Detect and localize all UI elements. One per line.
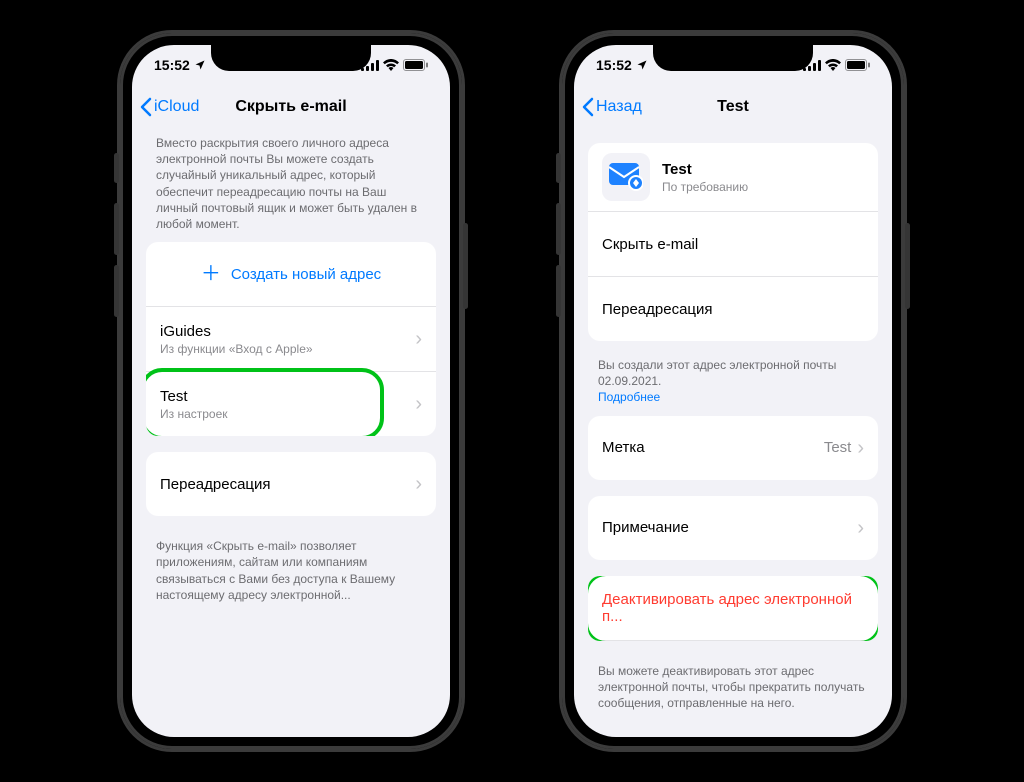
back-button[interactable]: iCloud (140, 97, 199, 117)
content-area[interactable]: Test По требованию Скрыть e-mail Переадр… (574, 129, 892, 737)
forward-label: Переадресация (602, 301, 713, 318)
chevron-right-icon: › (415, 474, 422, 494)
location-icon (194, 59, 206, 71)
card-subtitle: По требованию (662, 180, 748, 194)
hide-email-cell[interactable]: Скрыть e-mail (588, 212, 878, 277)
intro-text: Вместо раскрытия своего личного адреса э… (146, 129, 436, 242)
created-label: Вы создали этот адрес электронной почты … (598, 358, 836, 388)
group-forward: Переадресация › (146, 452, 436, 516)
back-label: Назад (596, 98, 642, 116)
power-button (905, 223, 910, 309)
power-button (463, 223, 468, 309)
forward-label: Переадресация (160, 476, 271, 493)
notch (653, 45, 813, 71)
status-time: 15:52 (154, 57, 206, 73)
note-label: Примечание (602, 519, 689, 536)
header-card: Test По требованию (588, 143, 878, 212)
mute-switch (114, 153, 119, 183)
battery-icon (845, 59, 870, 71)
item-title: iGuides (160, 323, 313, 340)
group-create: ＋ Создать новый адрес iGuides Из функции… (146, 242, 436, 436)
group-label: Метка Test › (588, 416, 878, 480)
hide-label: Скрыть e-mail (602, 236, 698, 253)
content-area[interactable]: Вместо раскрытия своего личного адреса э… (132, 129, 450, 737)
note-cell[interactable]: Примечание › (588, 496, 878, 560)
phone-right: 15:52 Назад Test (562, 33, 904, 749)
chevron-left-icon (582, 97, 594, 117)
footer-text: Функция «Скрыть e-mail» позволяет прилож… (146, 532, 436, 613)
phone-left: 15:52 iCloud Скрыть e-mail Вместо раскры… (120, 33, 462, 749)
deactivate-footer: Вы можете деактивировать этот адрес элек… (588, 657, 878, 722)
mute-switch (556, 153, 561, 183)
volume-down (114, 265, 119, 317)
wifi-icon (383, 59, 399, 71)
chevron-right-icon: › (857, 518, 864, 538)
more-link[interactable]: Подробнее (598, 390, 660, 404)
item-subtitle: Из функции «Вход с Apple» (160, 342, 313, 356)
create-address-button[interactable]: ＋ Создать новый адрес (146, 242, 436, 307)
location-icon (636, 59, 648, 71)
screenshot-container: 15:52 iCloud Скрыть e-mail Вместо раскры… (0, 0, 1024, 782)
group-note: Примечание › (588, 496, 878, 560)
chevron-right-icon: › (415, 329, 422, 349)
plus-icon: ＋ (201, 264, 221, 284)
back-button[interactable]: Назад (582, 97, 642, 117)
volume-up (556, 203, 561, 255)
back-label: iCloud (154, 98, 199, 116)
forward-cell[interactable]: Переадресация (588, 277, 878, 341)
chevron-right-icon: › (857, 438, 864, 458)
notch (211, 45, 371, 71)
item-subtitle: Из настроек (160, 407, 228, 421)
label-value: Test (824, 439, 858, 456)
status-icons (803, 59, 870, 71)
item-title: Test (160, 388, 228, 405)
mail-icon (602, 153, 650, 201)
wifi-icon (825, 59, 841, 71)
nav-bar: iCloud Скрыть e-mail (132, 85, 450, 130)
deactivate-button[interactable]: Деактивировать адрес электронной п... (588, 576, 878, 641)
group-deactivate: Деактивировать адрес электронной п... (588, 576, 878, 641)
screen: 15:52 Назад Test (574, 45, 892, 737)
create-label: Создать новый адрес (231, 266, 381, 283)
volume-down (556, 265, 561, 317)
status-icons (361, 59, 428, 71)
screen: 15:52 iCloud Скрыть e-mail Вместо раскры… (132, 45, 450, 737)
volume-up (114, 203, 119, 255)
battery-icon (403, 59, 428, 71)
list-item-test[interactable]: Test Из настроек › (146, 372, 436, 436)
time-text: 15:52 (154, 57, 190, 73)
nav-bar: Назад Test (574, 85, 892, 130)
chevron-right-icon: › (415, 394, 422, 414)
label-cell[interactable]: Метка Test › (588, 416, 878, 480)
list-item-iguides[interactable]: iGuides Из функции «Вход с Apple» › (146, 307, 436, 372)
deactivate-label: Деактивировать адрес электронной п... (602, 591, 864, 625)
forward-cell[interactable]: Переадресация › (146, 452, 436, 516)
status-time: 15:52 (596, 57, 648, 73)
time-text: 15:52 (596, 57, 632, 73)
card-title: Test (662, 161, 748, 178)
chevron-left-icon (140, 97, 152, 117)
label-title: Метка (602, 439, 645, 456)
group-header-card: Test По требованию Скрыть e-mail Переадр… (588, 143, 878, 341)
created-text: Вы создали этот адрес электронной почты … (588, 357, 878, 416)
